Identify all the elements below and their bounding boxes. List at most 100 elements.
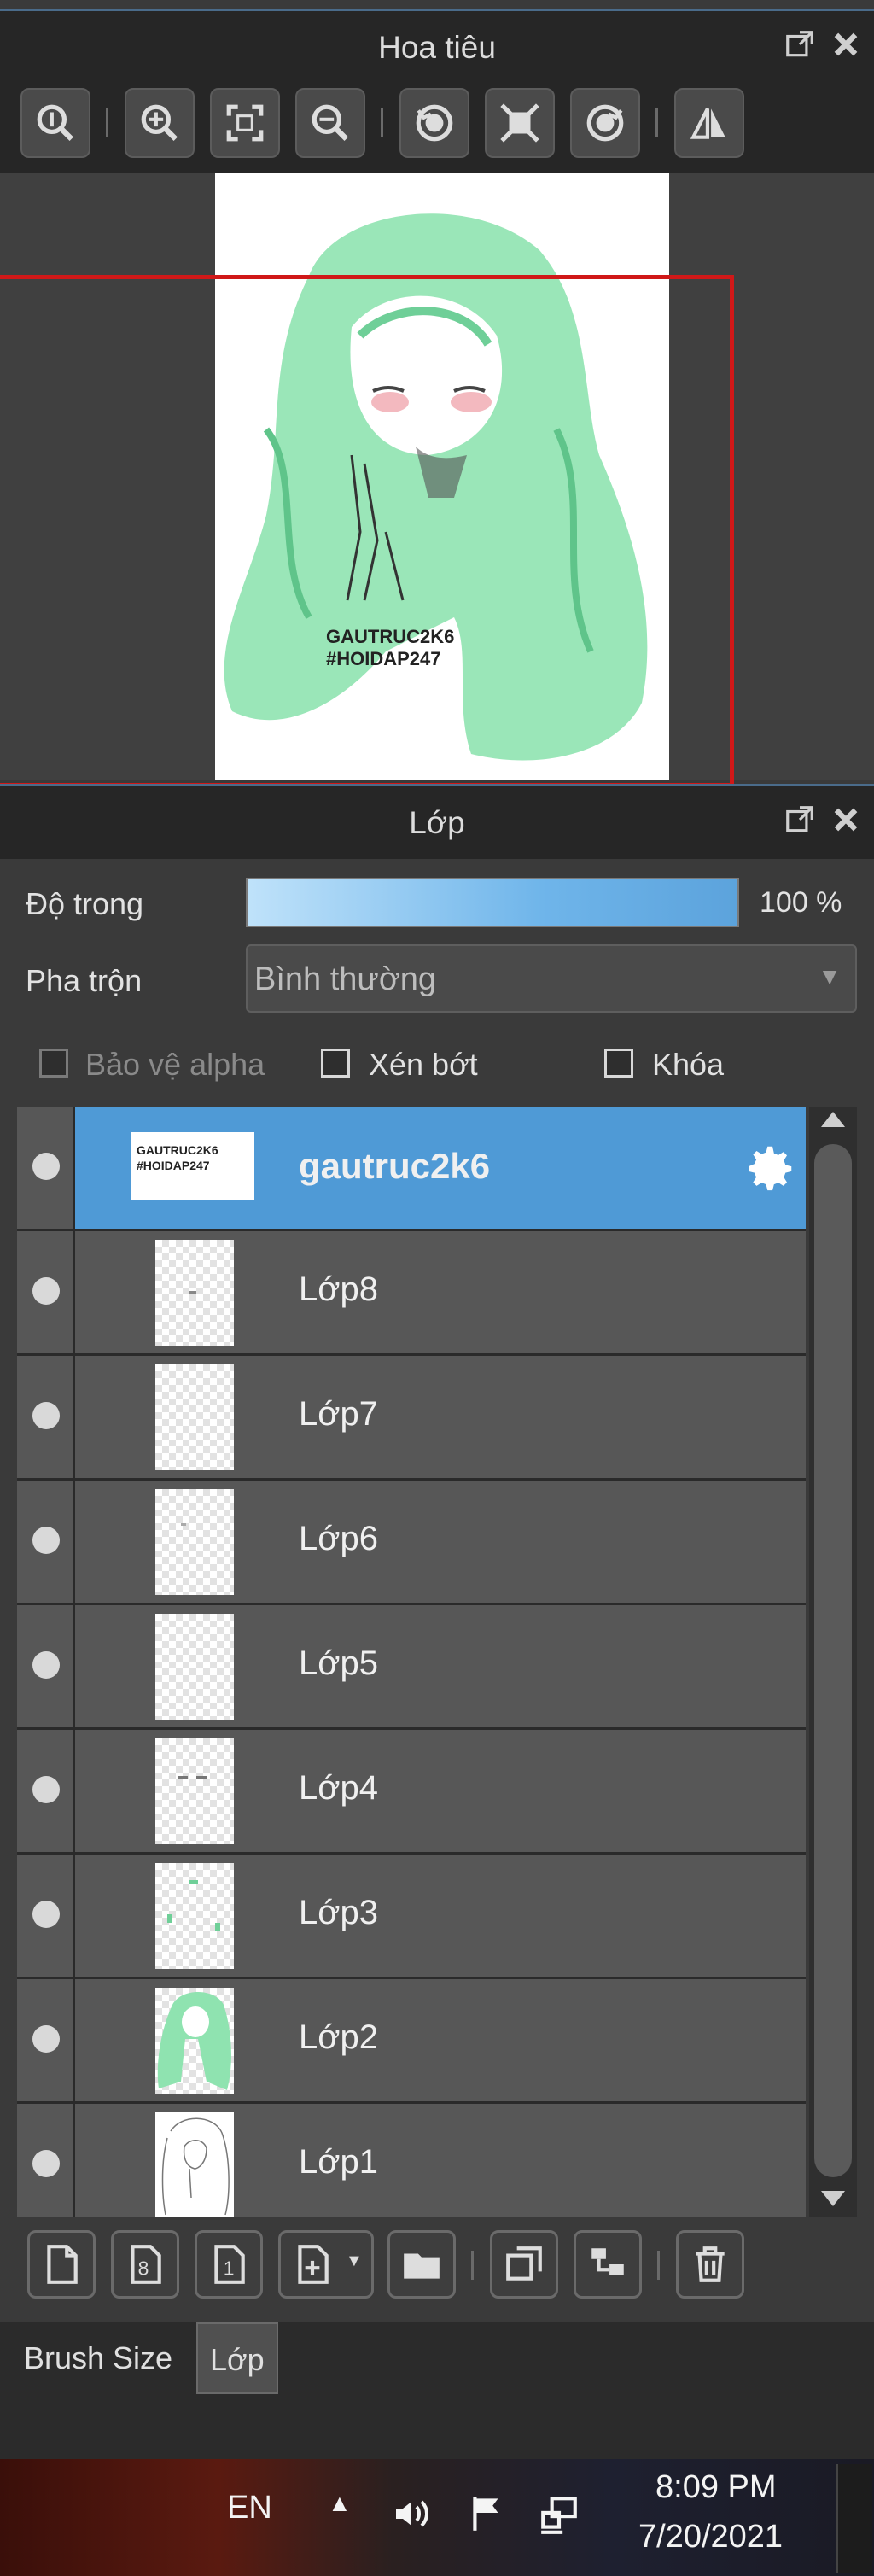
scroll-thumb[interactable] <box>814 1144 852 2177</box>
navigator-toolbar <box>0 74 874 173</box>
navigator-title: Hoa tiêu <box>378 30 496 65</box>
language-indicator[interactable]: EN <box>227 2490 272 2526</box>
panel-footer <box>0 2404 874 2459</box>
visibility-icon <box>32 2025 60 2053</box>
visibility-toggle[interactable] <box>17 1605 75 1727</box>
layer-row-2[interactable]: Lớp2 <box>17 1979 806 2104</box>
clock-time[interactable]: 8:09 PM <box>656 2469 777 2506</box>
rotate-right-button[interactable] <box>570 88 640 158</box>
layer-row-3[interactable]: Lớp3 <box>17 1855 806 1979</box>
show-hidden-icons-icon[interactable]: ▲ <box>328 2490 352 2517</box>
thumbnail-mark <box>189 1880 198 1884</box>
layer-row-6[interactable]: Lớp6 <box>17 1481 806 1605</box>
layer-name: Lớp6 <box>299 1520 378 1557</box>
layer-row-8[interactable]: Lớp8 <box>17 1231 806 1356</box>
tab-layer[interactable]: Lớp <box>196 2322 278 2394</box>
tab-brush-size[interactable]: Brush Size <box>12 2322 184 2394</box>
rotate-left-button[interactable] <box>399 88 469 158</box>
layer-row-1[interactable]: Lớp1 <box>17 2104 806 2228</box>
clock-date[interactable]: 7/20/2021 <box>638 2519 783 2556</box>
fit-window-button[interactable] <box>210 88 280 158</box>
new-8bit-layer-button[interactable]: 8 <box>111 2230 179 2299</box>
navigator-titlebar: Hoa tiêu <box>0 9 874 83</box>
thumbnail-mark <box>167 1914 172 1923</box>
layer-thumbnail <box>155 1489 234 1595</box>
scroll-up-icon[interactable] <box>821 1112 845 1127</box>
layers-title: Lớp <box>409 805 465 840</box>
zoom-in-icon <box>141 104 178 141</box>
visibility-toggle[interactable] <box>17 1730 75 1852</box>
thumbnail-mark <box>196 1776 207 1779</box>
visibility-toggle[interactable] <box>17 1231 75 1353</box>
layer-thumbnail <box>155 1988 234 2094</box>
layer-row-5[interactable]: Lớp5 <box>17 1605 806 1730</box>
layer-name: gautruc2k6 <box>299 1146 491 1186</box>
lock-checkbox[interactable] <box>604 1049 633 1078</box>
layer-name: Lớp2 <box>299 2018 378 2056</box>
fit-window-icon <box>226 104 264 142</box>
visibility-toggle[interactable] <box>17 1979 75 2101</box>
chevron-down-icon: ▼ <box>818 963 842 990</box>
clip-checkbox[interactable] <box>321 1049 350 1078</box>
new-folder-button[interactable] <box>387 2230 456 2299</box>
new-layer-button[interactable] <box>27 2230 96 2299</box>
visibility-icon <box>32 1901 60 1928</box>
layer-body[interactable]: GAUTRUC2K6 #HOIDAP247 gautruc2k6 <box>75 1107 806 1229</box>
layer-toolbar: 8 1 ▼ <box>0 2217 874 2328</box>
close-icon[interactable] <box>830 28 862 61</box>
duplicate-layer-button[interactable] <box>490 2230 558 2299</box>
thumbnail-mark <box>189 1291 196 1294</box>
layer-body[interactable]: Lớp1 <box>75 2104 806 2226</box>
zoom-actual-button[interactable] <box>20 88 90 158</box>
clip-label: Xén bớt <box>369 1047 478 1082</box>
add-layer-icon <box>298 2245 329 2284</box>
layer-body[interactable]: Lớp4 <box>75 1730 806 1852</box>
protect-alpha-checkbox[interactable] <box>39 1049 68 1078</box>
visibility-toggle[interactable] <box>17 2104 75 2226</box>
zoom-in-button[interactable] <box>125 88 195 158</box>
folder-icon <box>404 2253 440 2279</box>
opacity-slider[interactable] <box>246 878 739 927</box>
action-center-flag-icon[interactable] <box>466 2491 509 2534</box>
reset-view-button[interactable] <box>485 88 555 158</box>
blend-mode-select[interactable]: Bình thường ▼ <box>246 944 857 1013</box>
layer-row-gautruc2k6[interactable]: GAUTRUC2K6 #HOIDAP247 gautruc2k6 <box>17 1107 806 1231</box>
flip-horizontal-button[interactable] <box>674 88 744 158</box>
layer-1bit-icon: 1 <box>214 2245 245 2284</box>
layer-body[interactable]: Lớp7 <box>75 1356 806 1478</box>
layers-titlebar: Lớp <box>0 784 874 862</box>
layer-body[interactable]: Lớp3 <box>75 1855 806 1977</box>
layer-body[interactable]: Lớp5 <box>75 1605 806 1727</box>
add-layer-dropdown-button[interactable]: ▼ <box>278 2230 374 2299</box>
close-icon[interactable] <box>830 803 862 836</box>
layer-list-scrollbar[interactable] <box>809 1107 857 2217</box>
thumbnail-mark <box>178 1776 188 1779</box>
delete-layer-button[interactable] <box>676 2230 744 2299</box>
thumbnail-mark <box>215 1923 220 1931</box>
layer-body[interactable]: Lớp2 <box>75 1979 806 2101</box>
visibility-toggle[interactable] <box>17 1356 75 1478</box>
volume-icon[interactable] <box>389 2493 434 2534</box>
toolbar-separator <box>657 2251 660 2280</box>
layer-row-4[interactable]: Lớp4 <box>17 1730 806 1855</box>
scroll-down-icon[interactable] <box>821 2191 845 2206</box>
undock-icon[interactable] <box>784 28 816 61</box>
merge-layer-button[interactable] <box>574 2230 642 2299</box>
visibility-toggle[interactable] <box>17 1107 75 1229</box>
thumbnail-lineart <box>161 2117 230 2216</box>
new-1bit-layer-button[interactable]: 1 <box>195 2230 263 2299</box>
gear-icon[interactable] <box>739 1139 799 1199</box>
layer-body[interactable]: Lớp8 <box>75 1231 806 1353</box>
zoom-out-button[interactable] <box>295 88 365 158</box>
layer-row-7[interactable]: Lớp7 <box>17 1356 806 1481</box>
visibility-toggle[interactable] <box>17 1855 75 1977</box>
viewport-frame[interactable] <box>0 275 734 787</box>
visibility-toggle[interactable] <box>17 1481 75 1603</box>
undock-icon[interactable] <box>784 803 816 836</box>
toolbar-separator <box>656 108 658 137</box>
show-desktop-button[interactable] <box>836 2464 872 2573</box>
layer-name: Lớp5 <box>299 1644 378 1682</box>
layer-body[interactable]: Lớp6 <box>75 1481 806 1603</box>
reset-view-icon <box>500 103 539 143</box>
network-icon[interactable] <box>536 2493 582 2536</box>
